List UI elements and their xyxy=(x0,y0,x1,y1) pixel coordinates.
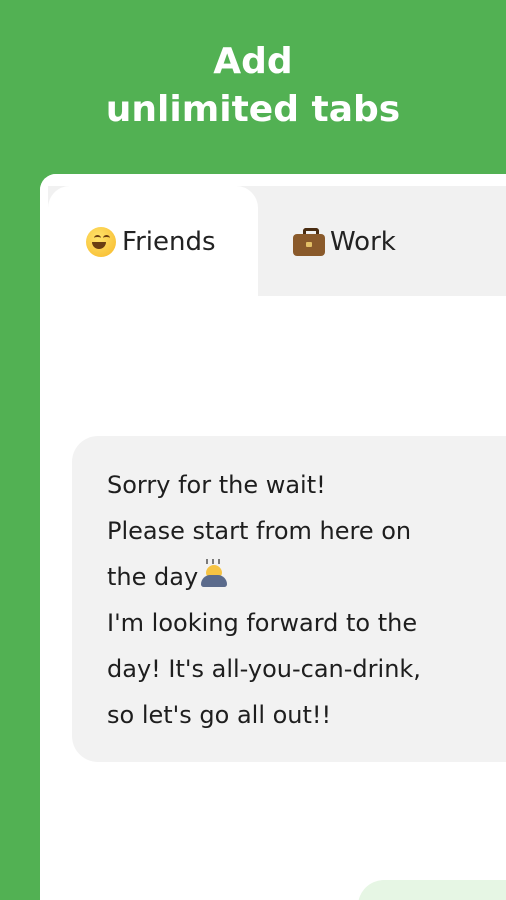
message-line-3: the day xyxy=(107,554,506,600)
message-line-4: I'm looking forward to the xyxy=(107,609,418,637)
promo-headline: Add unlimited tabs xyxy=(0,38,506,134)
grinning-face-icon xyxy=(84,225,118,259)
reply-bubble[interactable] xyxy=(358,880,506,900)
tab-work[interactable]: Work xyxy=(292,224,396,260)
tab-work-label: Work xyxy=(330,227,396,257)
headline-line-1: Add xyxy=(213,41,293,82)
message-line-3-text: the day xyxy=(107,563,199,591)
app-promo-screen: Add unlimited tabs Friends Work Sorry fo… xyxy=(0,0,506,900)
bowing-person-icon xyxy=(198,559,228,589)
tab-friends[interactable]: Friends xyxy=(84,224,216,260)
headline-line-2: unlimited tabs xyxy=(105,89,401,130)
tab-friends-label: Friends xyxy=(122,227,216,257)
message-line-2: Please start from here on xyxy=(107,517,412,545)
message-line-6: so let's go all out!! xyxy=(107,701,332,729)
phone-screen: Friends Work Sorry for the wait! Please … xyxy=(40,174,506,900)
briefcase-icon xyxy=(292,225,326,259)
chat-area: Sorry for the wait! Please start from he… xyxy=(40,296,506,900)
message-line-5: day! It's all-you-can-drink, xyxy=(107,655,421,683)
message-line-1: Sorry for the wait! xyxy=(107,471,326,499)
message-bubble[interactable]: Sorry for the wait! Please start from he… xyxy=(72,436,506,762)
